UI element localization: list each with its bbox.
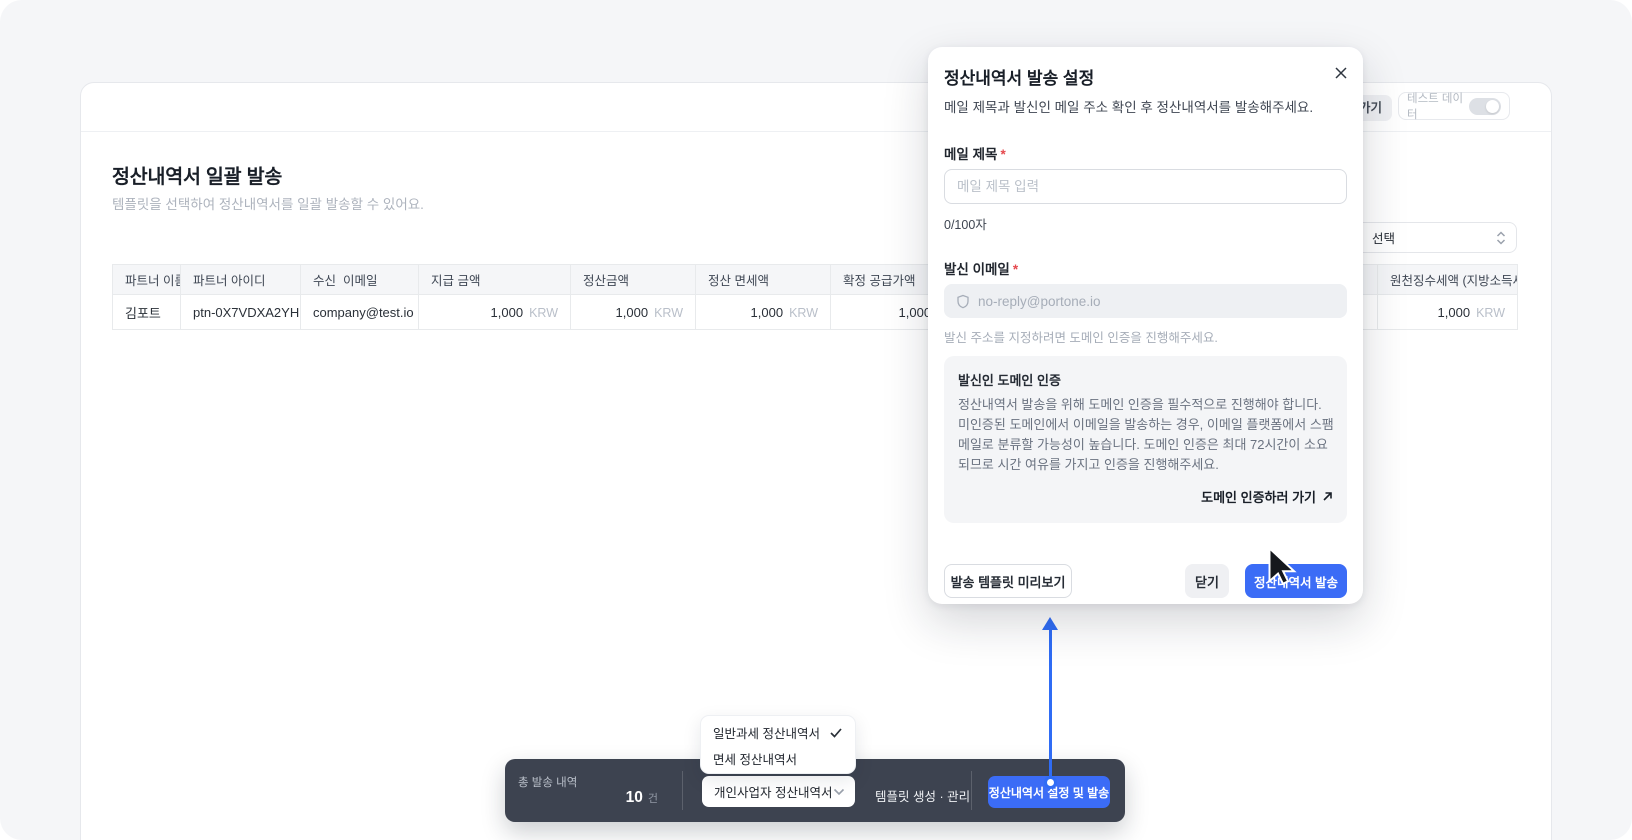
total-send-label: 총 발송 내역 <box>518 774 577 790</box>
connector-line <box>1049 628 1052 779</box>
template-manage-link[interactable]: 템플릿 생성 · 관리 <box>875 786 970 805</box>
chevron-down-icon <box>833 788 845 796</box>
cell-pay-amount: 1,000KRW <box>419 295 571 330</box>
col-tax-free-amount: 정산 면세액 <box>696 265 831 295</box>
mouse-cursor-icon <box>1258 545 1304 591</box>
template-select-value: 개인사업자 정산내역서 <box>714 782 832 801</box>
page-title: 정산내역서 일괄 발송 <box>112 160 282 189</box>
menu-item-general-tax[interactable]: 일반과세 정산내역서 <box>701 719 855 745</box>
total-send-count: 10건 <box>518 789 658 807</box>
col-settlement-amount: 정산금액 <box>571 265 696 295</box>
sender-email-helper: 발신 주소를 지정하려면 도메인 인증을 진행해주세요. <box>944 327 1218 346</box>
char-counter: 0/100자 <box>944 214 987 233</box>
cell-tax-free-amount: 1,000KRW <box>696 295 831 330</box>
sender-email-label: 발신 이메일* <box>944 258 1018 278</box>
col-pay-amount: 지급 금액 <box>419 265 571 295</box>
menu-item-tax-free[interactable]: 면세 정산내역서 <box>701 745 855 771</box>
test-data-label: 테스트 데이터 <box>1407 90 1469 122</box>
sender-email-value: no-reply@portone.io <box>978 294 1101 309</box>
domain-verify-infobox: 발신인 도메인 인증 정산내역서 발송을 위해 도메인 인증을 필수적으로 진행… <box>944 356 1347 523</box>
required-asterisk: * <box>1013 262 1018 277</box>
updown-chevron-icon <box>1496 231 1506 245</box>
col-withholding-localtax: 원천징수세액 (지방소득세) <box>1378 265 1518 295</box>
cell-settlement-amount: 1,000KRW <box>571 295 696 330</box>
modal-subtitle: 메일 제목과 발신인 메일 주소 확인 후 정산내역서를 발송해주세요. <box>944 96 1313 116</box>
template-select[interactable]: 개인사업자 정산내역서 <box>702 776 855 807</box>
infobox-body: 정산내역서 발송을 위해 도메인 인증을 필수적으로 진행해야 합니다. 미인증… <box>958 395 1334 475</box>
cell-partner-name: 김포트 <box>113 295 181 330</box>
template-dropdown-menu: 일반과세 정산내역서 면세 정산내역서 <box>700 715 856 774</box>
filter-select[interactable]: 선택 <box>1355 222 1517 253</box>
cell-recipient-email: company@test.io <box>301 295 419 330</box>
cell-partner-id: ptn-0X7VDXA2YH <box>181 295 301 330</box>
external-link-icon <box>1322 491 1333 502</box>
col-recipient-email: 수신 이메일 <box>301 265 419 295</box>
check-icon <box>829 726 843 739</box>
connector-dot <box>1044 776 1057 789</box>
page-subtitle: 템플릿을 선택하여 정산내역서를 일괄 발송할 수 있어요. <box>112 193 424 213</box>
go-domain-verify-link[interactable]: 도메인 인증하러 가기 <box>1201 487 1333 506</box>
toolbar-divider <box>971 771 972 810</box>
required-asterisk: * <box>1000 147 1005 162</box>
modal-close-button[interactable]: 닫기 <box>1185 564 1229 598</box>
cell-withholding-localtax: 1,000KRW <box>1378 295 1518 330</box>
app-window: 가기 테스트 데이터 정산내역서 일괄 발송 템플릿을 선택하여 정산내역서를 … <box>0 0 1632 840</box>
infobox-title: 발신인 도메인 인증 <box>958 370 1061 389</box>
test-data-pill: 테스트 데이터 <box>1398 92 1510 120</box>
email-subject-label: 메일 제목* <box>944 143 1006 163</box>
toolbar-divider <box>682 771 683 810</box>
modal-title: 정산내역서 발송 설정 <box>944 64 1094 89</box>
test-data-toggle[interactable] <box>1469 98 1501 115</box>
col-partner-name: 파트너 이름 <box>113 265 181 295</box>
close-icon[interactable] <box>1330 62 1352 84</box>
preview-template-button[interactable]: 발송 템플릿 미리보기 <box>944 564 1072 598</box>
sender-email-field: no-reply@portone.io <box>944 284 1347 318</box>
email-subject-input[interactable] <box>944 169 1347 204</box>
toggle-knob <box>1486 100 1499 113</box>
col-partner-id: 파트너 아이디 <box>181 265 301 295</box>
filter-select-value: 선택 <box>1372 228 1395 247</box>
shield-icon <box>956 294 970 309</box>
